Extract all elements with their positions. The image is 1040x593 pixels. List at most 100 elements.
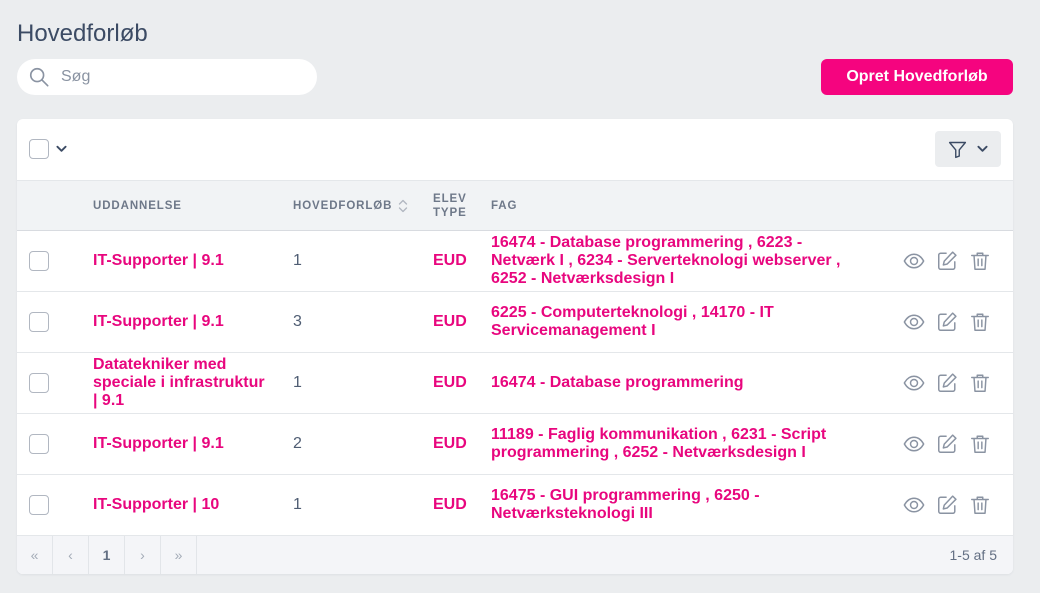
fag-link[interactable]: 16474 - Database programmering: [491, 374, 744, 392]
row-checkbox[interactable]: [29, 251, 49, 271]
column-label: UDDANNELSE: [93, 199, 182, 212]
elev-type-value: EUD: [433, 374, 467, 391]
fag-cell: 6225 - Computerteknologi , 14170 - IT Se…: [491, 292, 851, 352]
view-button[interactable]: [903, 494, 925, 516]
table-row: IT-Supporter | 9.1 3 EUD 6225 - Computer…: [17, 292, 1013, 353]
filter-button[interactable]: [935, 131, 1001, 167]
fag-cell: 16474 - Database programmering , 6223 - …: [491, 231, 851, 291]
checkbox-cell: [29, 353, 49, 413]
page-title: Hovedforløb: [17, 20, 148, 47]
column-label: HOVEDFORLØB: [293, 199, 393, 212]
edit-icon: [936, 372, 958, 394]
fag-cell: 11189 - Faglig kommunikation , 6231 - Sc…: [491, 414, 851, 474]
fag-cell: 16475 - GUI programmering , 6250 - Netvæ…: [491, 475, 851, 535]
uddannelse-cell: IT-Supporter | 10: [93, 475, 269, 535]
table-row: IT-Supporter | 10 1 EUD 16475 - GUI prog…: [17, 475, 1013, 536]
elev-type-cell: EUD: [433, 353, 483, 413]
checkbox-cell: [29, 475, 49, 535]
pagination-first-button[interactable]: «: [17, 536, 53, 574]
elev-type-value: EUD: [433, 435, 467, 452]
uddannelse-link[interactable]: IT-Supporter | 9.1: [93, 252, 224, 270]
uddannelse-cell: Datatekniker med speciale i infrastruktu…: [93, 353, 269, 413]
search-box: [17, 59, 317, 95]
eye-icon: [903, 372, 925, 394]
elev-type-value: EUD: [433, 252, 467, 269]
pagination-last-button[interactable]: »: [161, 536, 197, 574]
table-row: Datatekniker med speciale i infrastruktu…: [17, 353, 1013, 414]
table-row: IT-Supporter | 9.1 2 EUD 11189 - Faglig …: [17, 414, 1013, 475]
column-header-hovedforloeb[interactable]: HOVEDFORLØB: [293, 181, 418, 230]
delete-button[interactable]: [969, 494, 991, 516]
create-hovedforloeb-button[interactable]: Opret Hovedforløb: [821, 59, 1013, 95]
elev-type-cell: EUD: [433, 292, 483, 352]
pagination-next-button[interactable]: ›: [125, 536, 161, 574]
edit-button[interactable]: [936, 494, 958, 516]
elev-type-cell: EUD: [433, 414, 483, 474]
uddannelse-link[interactable]: Datatekniker med speciale i infrastruktu…: [93, 356, 269, 410]
uddannelse-link[interactable]: IT-Supporter | 9.1: [93, 435, 224, 453]
view-button[interactable]: [903, 433, 925, 455]
fag-link[interactable]: 11189 - Faglig kommunikation , 6231 - Sc…: [491, 426, 851, 462]
column-header-uddannelse: UDDANNELSE: [93, 181, 269, 230]
elev-type-cell: EUD: [433, 231, 483, 291]
column-header-elev-type: ELEV TYPE: [433, 181, 478, 230]
hovedforloeb-value: 1: [293, 252, 302, 269]
fag-link[interactable]: 16475 - GUI programmering , 6250 - Netvæ…: [491, 487, 851, 523]
checkbox-cell: [29, 414, 49, 474]
delete-button[interactable]: [969, 250, 991, 272]
table-header: UDDANNELSE HOVEDFORLØB ELEV TYPE FAG: [17, 180, 1013, 231]
search-input[interactable]: [61, 59, 301, 95]
hovedforloeb-value: 2: [293, 435, 302, 452]
uddannelse-link[interactable]: IT-Supporter | 9.1: [93, 313, 224, 331]
chevron-down-icon: [977, 145, 988, 153]
checkbox-cell: [29, 231, 49, 291]
pagination-page-button[interactable]: 1: [89, 536, 125, 574]
fag-link[interactable]: 6225 - Computerteknologi , 14170 - IT Se…: [491, 304, 851, 340]
elev-type-value: EUD: [433, 313, 467, 330]
pagination-prev-button[interactable]: ‹: [53, 536, 89, 574]
uddannelse-cell: IT-Supporter | 9.1: [93, 292, 269, 352]
view-button[interactable]: [903, 311, 925, 333]
elev-type-cell: EUD: [433, 475, 483, 535]
hovedforloeb-value: 3: [293, 313, 302, 330]
eye-icon: [903, 250, 925, 272]
edit-button[interactable]: [936, 433, 958, 455]
elev-type-value: EUD: [433, 496, 467, 513]
edit-button[interactable]: [936, 250, 958, 272]
edit-button[interactable]: [936, 311, 958, 333]
sort-icon: [398, 198, 408, 214]
view-button[interactable]: [903, 372, 925, 394]
row-checkbox[interactable]: [29, 312, 49, 332]
delete-button[interactable]: [969, 433, 991, 455]
row-checkbox[interactable]: [29, 434, 49, 454]
uddannelse-cell: IT-Supporter | 9.1: [93, 414, 269, 474]
trash-icon: [969, 250, 991, 272]
hovedforloeb-value: 1: [293, 496, 302, 513]
eye-icon: [903, 311, 925, 333]
bulk-actions-dropdown[interactable]: [54, 143, 68, 155]
edit-icon: [936, 250, 958, 272]
hovedforloeb-cell: 1: [293, 353, 418, 413]
edit-button[interactable]: [936, 372, 958, 394]
edit-icon: [936, 311, 958, 333]
fag-link[interactable]: 16474 - Database programmering , 6223 - …: [491, 234, 851, 288]
delete-button[interactable]: [969, 311, 991, 333]
row-checkbox[interactable]: [29, 373, 49, 393]
row-checkbox[interactable]: [29, 495, 49, 515]
checkbox-cell: [29, 292, 49, 352]
column-header-fag: FAG: [491, 181, 851, 230]
view-button[interactable]: [903, 250, 925, 272]
hovedforloeb-cell: 2: [293, 414, 418, 474]
hovedforloeb-value: 1: [293, 374, 302, 391]
trash-icon: [969, 494, 991, 516]
trash-icon: [969, 311, 991, 333]
column-label: FAG: [491, 199, 518, 212]
select-all-checkbox[interactable]: [29, 139, 49, 159]
hovedforloeb-cell: 1: [293, 475, 418, 535]
delete-button[interactable]: [969, 372, 991, 394]
table-toolbar: [17, 119, 1013, 180]
uddannelse-link[interactable]: IT-Supporter | 10: [93, 496, 219, 514]
trash-icon: [969, 372, 991, 394]
column-label: ELEV TYPE: [433, 192, 467, 219]
chevron-down-icon: [56, 145, 67, 153]
